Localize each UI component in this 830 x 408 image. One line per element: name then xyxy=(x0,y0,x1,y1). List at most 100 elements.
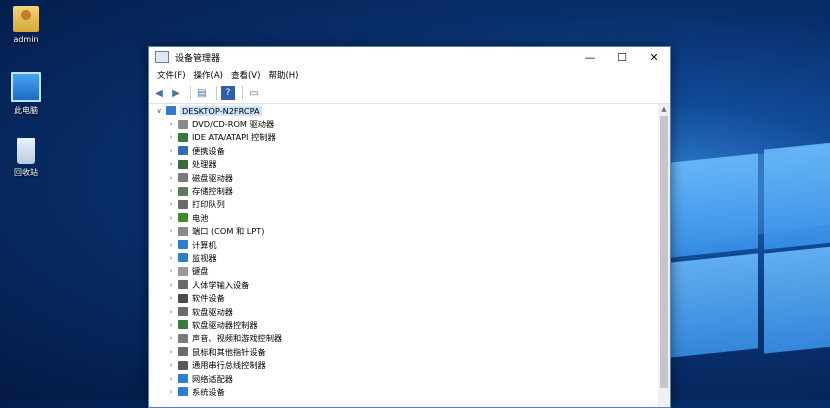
tree-item-label: 监视器 xyxy=(192,252,217,263)
sound-icon xyxy=(178,333,188,343)
expand-chevron-icon[interactable]: › xyxy=(166,147,176,155)
menu-bar: 文件(F) 操作(A) 查看(V) 帮助(H) xyxy=(149,67,670,83)
scroll-up-icon[interactable]: ▲ xyxy=(658,104,670,115)
mouse-icon xyxy=(178,347,188,357)
windows-logo-wallpaper xyxy=(628,118,830,400)
recycle-bin-icon xyxy=(17,138,35,164)
maximize-button[interactable]: ☐ xyxy=(606,47,638,67)
device-manager-window: 设备管理器 — ☐ ✕ 文件(F) 操作(A) 查看(V) 帮助(H) ◀ ▶ … xyxy=(148,46,671,408)
tree-item[interactable]: › IDE ATA/ATAPI 控制器 xyxy=(149,131,658,144)
desktop-icon-label: 回收站 xyxy=(14,168,38,177)
expand-chevron-icon[interactable]: › xyxy=(166,388,176,396)
expand-chevron-icon[interactable]: › xyxy=(166,294,176,302)
tree-item[interactable]: › 软件设备 xyxy=(149,291,658,304)
expand-chevron-icon[interactable]: › xyxy=(166,133,176,141)
tree-item[interactable]: › 键盘 xyxy=(149,265,658,278)
vertical-scrollbar[interactable]: ▲ xyxy=(658,104,670,407)
tree-item[interactable]: › 软盘驱动器 xyxy=(149,305,658,318)
expand-chevron-icon[interactable]: › xyxy=(166,241,176,249)
expand-chevron-icon[interactable]: › xyxy=(166,308,176,316)
tree-item[interactable]: › 端口 (COM 和 LPT) xyxy=(149,225,658,238)
tree-item-label: 打印队列 xyxy=(192,199,225,210)
tree-item[interactable]: › 处理器 xyxy=(149,158,658,171)
tree-item-label: 系统设备 xyxy=(192,386,225,397)
expand-chevron-icon[interactable]: › xyxy=(166,254,176,262)
desktop-icon-admin[interactable]: admin xyxy=(0,6,52,44)
floppy-drive-icon xyxy=(178,307,188,317)
software-device-icon xyxy=(178,293,188,303)
properties-icon[interactable]: ▤ xyxy=(195,86,209,100)
expand-chevron-icon[interactable]: › xyxy=(166,375,176,383)
tree-item[interactable]: › 电池 xyxy=(149,211,658,224)
tree-item-label: 处理器 xyxy=(192,159,217,170)
tree-item[interactable]: › 系统设备 xyxy=(149,385,658,398)
tree-item[interactable]: › 存储控制器 xyxy=(149,184,658,197)
tree-item-label: 网络适配器 xyxy=(192,373,233,384)
tree-item[interactable]: › 网络适配器 xyxy=(149,372,658,385)
tree-item-label: 端口 (COM 和 LPT) xyxy=(192,226,265,237)
tree-item-label: 人体学输入设备 xyxy=(192,279,250,290)
computer-icon xyxy=(11,72,41,102)
expand-chevron-icon[interactable]: › xyxy=(166,160,176,168)
device-tree: ∨ DESKTOP-N2FRCPA › DVD/CD-ROM 驱动器 › IDE AT… xyxy=(149,104,658,407)
window-title: 设备管理器 xyxy=(175,53,221,64)
minimize-button[interactable]: — xyxy=(574,47,606,67)
menu-action[interactable]: 操作(A) xyxy=(190,69,227,81)
tree-item[interactable]: › DVD/CD-ROM 驱动器 xyxy=(149,117,658,130)
menu-help[interactable]: 帮助(H) xyxy=(264,69,302,81)
desktop-icon-label: 此电脑 xyxy=(14,106,38,115)
expand-chevron-icon[interactable]: › xyxy=(166,267,176,275)
menu-view[interactable]: 查看(V) xyxy=(227,69,264,81)
expand-chevron-icon[interactable]: › xyxy=(166,348,176,356)
tree-item[interactable]: › 人体学输入设备 xyxy=(149,278,658,291)
tree-item-label: 通用串行总线控制器 xyxy=(192,360,266,371)
desktop-icon-recycle-bin[interactable]: 回收站 xyxy=(0,138,52,178)
desktop-icon-label: admin xyxy=(13,35,39,44)
tree-item[interactable]: › 便携设备 xyxy=(149,144,658,157)
expand-chevron-icon[interactable]: › xyxy=(166,214,176,222)
desktop-icon-this-pc[interactable]: 此电脑 xyxy=(0,72,52,116)
tree-item[interactable]: › 声音、视频和游戏控制器 xyxy=(149,332,658,345)
tree-item[interactable]: › 通用串行总线控制器 xyxy=(149,358,658,371)
expand-chevron-icon[interactable]: › xyxy=(166,200,176,208)
usb-icon xyxy=(178,360,188,370)
tree-item[interactable]: › 软盘驱动器控制器 xyxy=(149,318,658,331)
computer-icon xyxy=(178,240,188,250)
expand-chevron-icon[interactable]: › xyxy=(166,174,176,182)
title-bar[interactable]: 设备管理器 — ☐ ✕ xyxy=(149,47,670,67)
toolbar-separator xyxy=(216,86,217,100)
close-button[interactable]: ✕ xyxy=(638,47,670,67)
help-icon[interactable]: ? xyxy=(221,86,235,100)
expand-chevron-icon[interactable]: › xyxy=(166,334,176,342)
back-icon[interactable]: ◀ xyxy=(152,86,166,100)
collapse-chevron-icon[interactable]: ∨ xyxy=(154,107,164,115)
hid-icon xyxy=(178,280,188,290)
tree-root[interactable]: ∨ DESKTOP-N2FRCPA xyxy=(149,104,658,117)
tree-item-label: 电池 xyxy=(192,212,209,223)
tree-item-label: 计算机 xyxy=(192,239,217,250)
expand-chevron-icon[interactable]: › xyxy=(166,361,176,369)
tree-item-label: IDE ATA/ATAPI 控制器 xyxy=(192,132,276,143)
expand-chevron-icon[interactable]: › xyxy=(166,227,176,235)
dvd-drive-icon xyxy=(178,119,188,129)
expand-chevron-icon[interactable]: › xyxy=(166,187,176,195)
tree-item[interactable]: › 计算机 xyxy=(149,238,658,251)
tree-item[interactable]: › 监视器 xyxy=(149,251,658,264)
expand-chevron-icon[interactable]: › xyxy=(166,120,176,128)
floppy-controller-icon xyxy=(178,320,188,330)
keyboard-icon xyxy=(178,266,188,276)
tree-item-label: 声音、视频和游戏控制器 xyxy=(192,333,283,344)
portable-device-icon xyxy=(178,146,188,156)
tree-item[interactable]: › 磁盘驱动器 xyxy=(149,171,658,184)
expand-chevron-icon[interactable]: › xyxy=(166,321,176,329)
expand-chevron-icon[interactable]: › xyxy=(166,281,176,289)
computer-name: DESKTOP-N2FRCPA xyxy=(180,105,262,116)
computer-icon xyxy=(166,106,176,116)
monitor-icon[interactable]: ▭ xyxy=(247,86,261,100)
tree-item[interactable]: › 鼠标和其他指针设备 xyxy=(149,345,658,358)
scrollbar-thumb[interactable] xyxy=(660,116,668,388)
tree-item[interactable]: › 打印队列 xyxy=(149,198,658,211)
forward-icon[interactable]: ▶ xyxy=(169,86,183,100)
menu-file[interactable]: 文件(F) xyxy=(153,69,190,81)
tree-item-label: 软盘驱动器控制器 xyxy=(192,319,258,330)
